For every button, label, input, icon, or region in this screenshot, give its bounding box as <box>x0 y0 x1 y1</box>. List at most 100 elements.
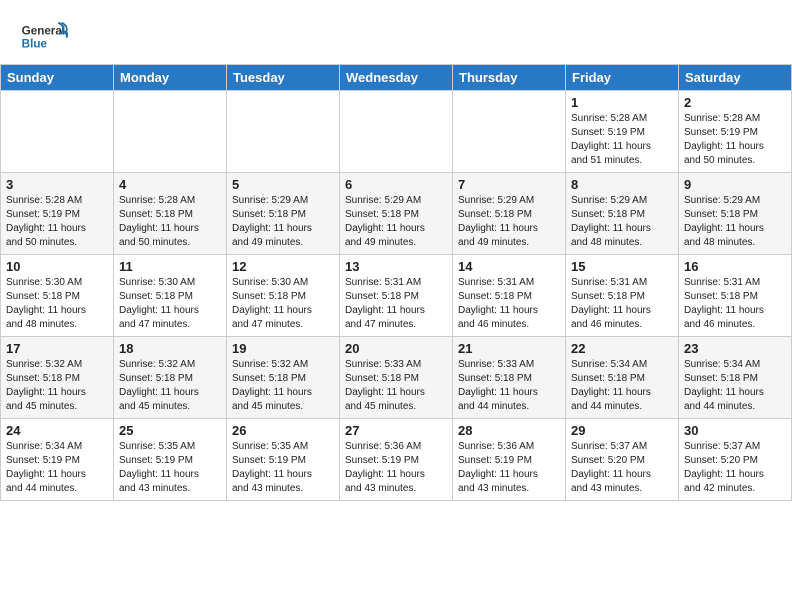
calendar-day-cell: 7Sunrise: 5:29 AM Sunset: 5:18 PM Daylig… <box>453 173 566 255</box>
svg-text:General: General <box>22 24 65 37</box>
calendar-day-header: Tuesday <box>227 65 340 91</box>
day-number: 7 <box>458 177 560 192</box>
calendar-day-header: Sunday <box>1 65 114 91</box>
day-number: 23 <box>684 341 786 356</box>
calendar-day-cell: 14 Sunrise: 5:31 AM Sunset: 5:18 PM Dayli… <box>453 255 566 337</box>
day-info: Sunrise: 5:33 AM Sunset: 5:18 PM Dayligh… <box>458 358 560 414</box>
day-number: 24 <box>6 423 108 438</box>
calendar-day-header: Monday <box>114 65 227 91</box>
calendar-day-header: Wednesday <box>340 65 453 91</box>
day-number: 2 <box>684 95 786 110</box>
calendar-day-cell: 13 Sunrise: 5:31 AM Sunset: 5:18 PM Dayli… <box>340 255 453 337</box>
day-info: Sunrise: 5:33 AM Sunset: 5:18 PM Dayligh… <box>345 358 447 414</box>
day-number: 1 <box>571 95 673 110</box>
calendar-day-header: Friday <box>566 65 679 91</box>
calendar-day-cell: 19 Sunrise: 5:32 AM Sunset: 5:18 PM Dayli… <box>227 337 340 419</box>
day-info: Sunrise: 5:31 AM Sunset: 5:18 PM Dayligh… <box>684 276 786 332</box>
calendar-day-cell: 18 Sunrise: 5:32 AM Sunset: 5:18 PM Dayli… <box>114 337 227 419</box>
day-info: Sunrise: 5:32 AM Sunset: 5:18 PM Dayligh… <box>6 358 108 414</box>
calendar-day-cell: 9 Sunrise: 5:29 AM Sunset: 5:18 PM Daylig… <box>679 173 792 255</box>
day-number: 21 <box>458 341 560 356</box>
calendar-day-header: Thursday <box>453 65 566 91</box>
calendar-table: SundayMondayTuesdayWednesdayThursdayFrid… <box>0 64 792 501</box>
day-number: 8 <box>571 177 673 192</box>
day-number: 19 <box>232 341 334 356</box>
day-info: Sunrise: 5:29 AM Sunset: 5:18 PM Dayligh… <box>232 194 334 250</box>
day-number: 3 <box>6 177 108 192</box>
day-info: Sunrise: 5:37 AM Sunset: 5:20 PM Dayligh… <box>571 440 673 496</box>
calendar-day-cell: 1 Sunrise: 5:28 AM Sunset: 5:19 PM Daylig… <box>566 91 679 173</box>
day-info: Sunrise: 5:31 AM Sunset: 5:18 PM Dayligh… <box>458 276 560 332</box>
calendar-week-row: 10 Sunrise: 5:30 AM Sunset: 5:18 PM Dayli… <box>1 255 792 337</box>
calendar-day-cell: 4 Sunrise: 5:28 AM Sunset: 5:18 PM Daylig… <box>114 173 227 255</box>
calendar-day-cell: 5 Sunrise: 5:29 AM Sunset: 5:18 PM Daylig… <box>227 173 340 255</box>
day-info: Sunrise: 5:32 AM Sunset: 5:18 PM Dayligh… <box>119 358 221 414</box>
day-number: 29 <box>571 423 673 438</box>
calendar-day-cell: 11 Sunrise: 5:30 AM Sunset: 5:18 PM Dayli… <box>114 255 227 337</box>
calendar-header-row: SundayMondayTuesdayWednesdayThursdayFrid… <box>1 65 792 91</box>
calendar-day-cell: 27 Sunrise: 5:36 AM Sunset: 5:19 PM Dayli… <box>340 419 453 501</box>
day-number: 16 <box>684 259 786 274</box>
day-info: Sunrise: 5:30 AM Sunset: 5:18 PM Dayligh… <box>6 276 108 332</box>
day-info: Sunrise: 5:35 AM Sunset: 5:19 PM Dayligh… <box>119 440 221 496</box>
calendar-day-cell: 23 Sunrise: 5:34 AM Sunset: 5:18 PM Dayli… <box>679 337 792 419</box>
calendar-week-row: 1 Sunrise: 5:28 AM Sunset: 5:19 PM Daylig… <box>1 91 792 173</box>
day-info: Sunrise: 5:34 AM Sunset: 5:18 PM Dayligh… <box>684 358 786 414</box>
day-number: 9 <box>684 177 786 192</box>
day-info: Sunrise: 5:32 AM Sunset: 5:18 PM Dayligh… <box>232 358 334 414</box>
calendar-day-cell: 28 Sunrise: 5:36 AM Sunset: 5:19 PM Dayli… <box>453 419 566 501</box>
calendar-day-cell: 15Sunrise: 5:31 AM Sunset: 5:18 PM Dayli… <box>566 255 679 337</box>
day-number: 27 <box>345 423 447 438</box>
day-info: Sunrise: 5:34 AM Sunset: 5:18 PM Dayligh… <box>571 358 673 414</box>
calendar-day-cell <box>340 91 453 173</box>
day-number: 10 <box>6 259 108 274</box>
day-info: Sunrise: 5:37 AM Sunset: 5:20 PM Dayligh… <box>684 440 786 496</box>
calendar-day-cell: 26 Sunrise: 5:35 AM Sunset: 5:19 PM Dayli… <box>227 419 340 501</box>
day-number: 28 <box>458 423 560 438</box>
day-info: Sunrise: 5:28 AM Sunset: 5:18 PM Dayligh… <box>119 194 221 250</box>
day-number: 14 <box>458 259 560 274</box>
day-info: Sunrise: 5:31 AM Sunset: 5:18 PM Dayligh… <box>571 276 673 332</box>
day-info: Sunrise: 5:28 AM Sunset: 5:19 PM Dayligh… <box>571 112 673 168</box>
logo: General Blue <box>20 16 70 56</box>
calendar-day-cell: 21 Sunrise: 5:33 AM Sunset: 5:18 PM Dayli… <box>453 337 566 419</box>
day-info: Sunrise: 5:30 AM Sunset: 5:18 PM Dayligh… <box>232 276 334 332</box>
day-info: Sunrise: 5:30 AM Sunset: 5:18 PM Dayligh… <box>119 276 221 332</box>
calendar-day-cell: 2 Sunrise: 5:28 AM Sunset: 5:19 PM Daylig… <box>679 91 792 173</box>
calendar-day-cell: 20Sunrise: 5:33 AM Sunset: 5:18 PM Dayli… <box>340 337 453 419</box>
day-info: Sunrise: 5:29 AM Sunset: 5:18 PM Dayligh… <box>571 194 673 250</box>
calendar-day-cell <box>1 91 114 173</box>
day-number: 12 <box>232 259 334 274</box>
calendar-week-row: 24 Sunrise: 5:34 AM Sunset: 5:19 PM Dayli… <box>1 419 792 501</box>
calendar-day-cell <box>114 91 227 173</box>
day-number: 13 <box>345 259 447 274</box>
logo-icon: General Blue <box>20 16 70 56</box>
calendar-day-cell: 8 Sunrise: 5:29 AM Sunset: 5:18 PM Daylig… <box>566 173 679 255</box>
day-info: Sunrise: 5:31 AM Sunset: 5:18 PM Dayligh… <box>345 276 447 332</box>
calendar-day-cell: 22Sunrise: 5:34 AM Sunset: 5:18 PM Dayli… <box>566 337 679 419</box>
day-number: 18 <box>119 341 221 356</box>
calendar-day-cell: 30 Sunrise: 5:37 AM Sunset: 5:20 PM Dayli… <box>679 419 792 501</box>
calendar-day-cell <box>227 91 340 173</box>
day-number: 4 <box>119 177 221 192</box>
calendar-day-cell: 16 Sunrise: 5:31 AM Sunset: 5:18 PM Dayli… <box>679 255 792 337</box>
day-info: Sunrise: 5:28 AM Sunset: 5:19 PM Dayligh… <box>684 112 786 168</box>
day-number: 25 <box>119 423 221 438</box>
calendar-day-cell: 6Sunrise: 5:29 AM Sunset: 5:18 PM Daylig… <box>340 173 453 255</box>
calendar-day-cell <box>453 91 566 173</box>
calendar-day-cell: 25 Sunrise: 5:35 AM Sunset: 5:19 PM Dayli… <box>114 419 227 501</box>
calendar-day-cell: 17Sunrise: 5:32 AM Sunset: 5:18 PM Dayli… <box>1 337 114 419</box>
calendar-day-cell: 24 Sunrise: 5:34 AM Sunset: 5:19 PM Dayli… <box>1 419 114 501</box>
day-number: 5 <box>232 177 334 192</box>
day-info: Sunrise: 5:34 AM Sunset: 5:19 PM Dayligh… <box>6 440 108 496</box>
day-info: Sunrise: 5:29 AM Sunset: 5:18 PM Dayligh… <box>684 194 786 250</box>
page-header: General Blue <box>0 0 792 64</box>
day-info: Sunrise: 5:28 AM Sunset: 5:19 PM Dayligh… <box>6 194 108 250</box>
day-number: 11 <box>119 259 221 274</box>
calendar-day-cell: 29 Sunrise: 5:37 AM Sunset: 5:20 PM Dayli… <box>566 419 679 501</box>
day-number: 30 <box>684 423 786 438</box>
day-info: Sunrise: 5:36 AM Sunset: 5:19 PM Dayligh… <box>345 440 447 496</box>
day-info: Sunrise: 5:35 AM Sunset: 5:19 PM Dayligh… <box>232 440 334 496</box>
day-number: 26 <box>232 423 334 438</box>
day-info: Sunrise: 5:36 AM Sunset: 5:19 PM Dayligh… <box>458 440 560 496</box>
